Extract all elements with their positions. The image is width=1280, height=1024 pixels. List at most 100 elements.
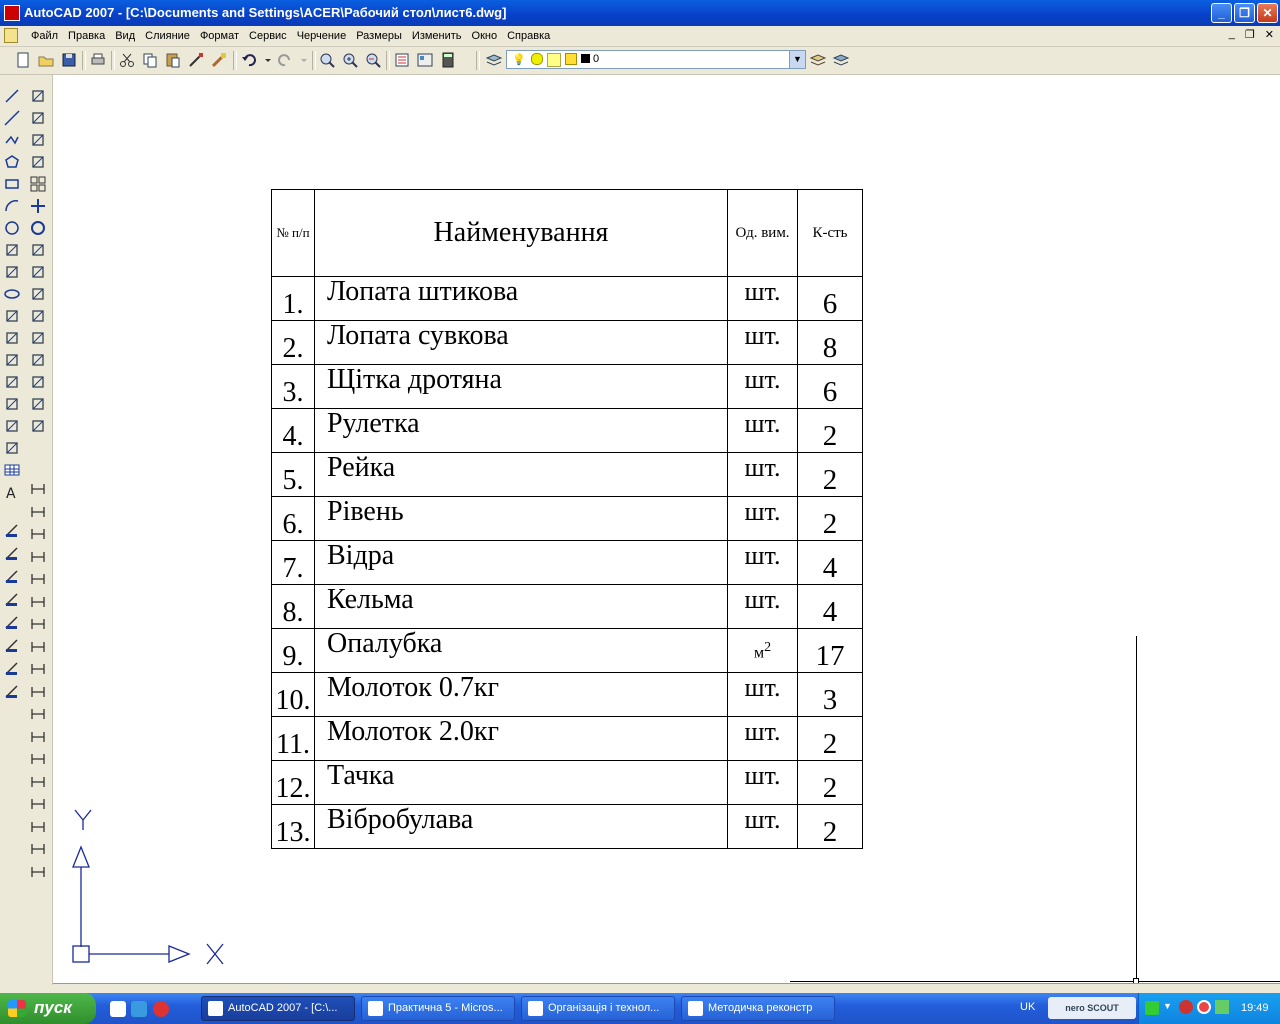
circle-icon[interactable]: [3, 219, 21, 237]
menu-item-7[interactable]: Размеры: [351, 28, 407, 44]
center-mark-icon[interactable]: [29, 773, 47, 791]
insert-block-icon[interactable]: [3, 329, 21, 347]
dim-quick-icon[interactable]: [3, 545, 21, 563]
properties-icon[interactable]: [393, 51, 411, 69]
print-icon[interactable]: [89, 51, 107, 69]
quick-dim-icon[interactable]: [29, 660, 47, 678]
edit-text-icon[interactable]: [3, 522, 21, 540]
tolerance-icon[interactable]: [29, 750, 47, 768]
dim-style-icon[interactable]: [29, 863, 47, 881]
menu-item-5[interactable]: Сервис: [244, 28, 292, 44]
hatch-icon[interactable]: [3, 395, 21, 413]
layer-dropdown[interactable]: 💡 0 ▼: [506, 50, 806, 69]
region-icon[interactable]: [3, 439, 21, 457]
doc-restore-button[interactable]: ❐: [1245, 28, 1255, 41]
construction-line-icon[interactable]: [3, 109, 21, 127]
chamfer-icon[interactable]: [29, 373, 47, 391]
close-button[interactable]: ✕: [1257, 3, 1278, 23]
layer-states-icon[interactable]: [832, 51, 850, 69]
taskbar-button-0[interactable]: AutoCAD 2007 - [C:\...: [201, 996, 355, 1021]
menu-item-0[interactable]: Файл: [26, 28, 63, 44]
calculator-icon[interactable]: [439, 51, 457, 69]
quickcalc-icon[interactable]: [3, 683, 21, 701]
brush-icon[interactable]: [210, 51, 228, 69]
autocad-app-icon[interactable]: [4, 5, 20, 21]
erase-icon[interactable]: [29, 87, 47, 105]
menu-item-4[interactable]: Формат: [195, 28, 244, 44]
markup-icon[interactable]: [3, 637, 21, 655]
new-icon[interactable]: [14, 51, 32, 69]
polygon-icon[interactable]: [3, 153, 21, 171]
dim-ordinate-icon[interactable]: [29, 548, 47, 566]
point-icon[interactable]: [3, 373, 21, 391]
antivirus-icon[interactable]: [1197, 1000, 1211, 1014]
minimize-button[interactable]: _: [1211, 3, 1232, 23]
dim-baseline-icon[interactable]: [29, 683, 47, 701]
menu-item-8[interactable]: Изменить: [407, 28, 467, 44]
array-icon[interactable]: [29, 175, 47, 193]
table-icon[interactable]: [3, 461, 21, 479]
scale-icon[interactable]: [29, 241, 47, 259]
taskbar-button-3[interactable]: Методичка реконстр: [681, 996, 835, 1021]
spline-icon[interactable]: [3, 263, 21, 281]
offset-icon[interactable]: [29, 153, 47, 171]
clock[interactable]: 19:49: [1241, 1002, 1269, 1014]
fillet-icon[interactable]: [29, 395, 47, 413]
quick-leader-icon[interactable]: [29, 728, 47, 746]
menu-item-3[interactable]: Слияние: [140, 28, 195, 44]
dim-aligned-icon[interactable]: [29, 503, 47, 521]
ellipse-icon[interactable]: [3, 285, 21, 303]
doc-close-button[interactable]: ✕: [1265, 28, 1274, 41]
break-icon[interactable]: [29, 329, 47, 347]
dim-arc-icon[interactable]: [29, 525, 47, 543]
network-icon[interactable]: [1215, 1000, 1229, 1014]
dim-update-icon[interactable]: [29, 840, 47, 858]
dim-continue-icon[interactable]: [29, 705, 47, 723]
drawing-area[interactable]: № п/п Найменування Од. вим. К-сть 1. Лопа…: [53, 75, 1280, 983]
zoom-realtime-icon[interactable]: [341, 51, 359, 69]
sheet-set-icon[interactable]: [3, 660, 21, 678]
dim-linear-icon[interactable]: [29, 480, 47, 498]
copy-object-icon[interactable]: [29, 109, 47, 127]
dim-angular-icon[interactable]: [29, 638, 47, 656]
explode-icon[interactable]: [29, 417, 47, 435]
gradient-icon[interactable]: [3, 417, 21, 435]
menu-item-9[interactable]: Окно: [467, 28, 503, 44]
start-button[interactable]: пуск: [0, 993, 96, 1024]
internet-explorer-icon[interactable]: [131, 1001, 147, 1017]
maximize-button[interactable]: ❐: [1234, 3, 1255, 23]
ellipse-arc-icon[interactable]: [3, 307, 21, 325]
chevron-down-icon[interactable]: ▼: [789, 51, 805, 68]
language-indicator[interactable]: UK: [1020, 1001, 1035, 1013]
designcenter-icon[interactable]: [416, 51, 434, 69]
layer-tool-icon[interactable]: [3, 568, 21, 586]
join-icon[interactable]: [29, 351, 47, 369]
arrow-right-icon[interactable]: [1145, 1001, 1159, 1015]
menu-item-1[interactable]: Правка: [63, 28, 110, 44]
move-icon[interactable]: [29, 197, 47, 215]
taskbar-button-2[interactable]: Організація і технол...: [521, 996, 675, 1021]
rectangle-icon[interactable]: [3, 175, 21, 193]
layers-icon[interactable]: [485, 51, 503, 69]
layer-previous-icon[interactable]: [809, 51, 827, 69]
copy-icon[interactable]: [141, 51, 159, 69]
polyline-icon[interactable]: [3, 131, 21, 149]
dim-edit-icon[interactable]: [29, 795, 47, 813]
tray-chevron-icon[interactable]: ▼: [1163, 1001, 1172, 1011]
line-icon[interactable]: [3, 87, 21, 105]
trim-icon[interactable]: [29, 285, 47, 303]
dim-radius-icon[interactable]: [29, 570, 47, 588]
layout-tool-icon[interactable]: [3, 591, 21, 609]
taskbar-button-1[interactable]: Практична 5 - Micros...: [361, 996, 515, 1021]
arc-icon[interactable]: [3, 197, 21, 215]
make-block-icon[interactable]: [3, 351, 21, 369]
dim-jogged-icon[interactable]: [29, 593, 47, 611]
nero-scout-icon[interactable]: nero SCOUT: [1048, 997, 1136, 1019]
dim-text-edit-icon[interactable]: [29, 818, 47, 836]
mirror-icon[interactable]: [29, 131, 47, 149]
extend-icon[interactable]: [29, 307, 47, 325]
multiline-text-icon[interactable]: A: [3, 483, 21, 502]
dim-diameter-icon[interactable]: [29, 615, 47, 633]
undo-icon[interactable]: [240, 51, 258, 69]
stretch-icon[interactable]: [29, 263, 47, 281]
